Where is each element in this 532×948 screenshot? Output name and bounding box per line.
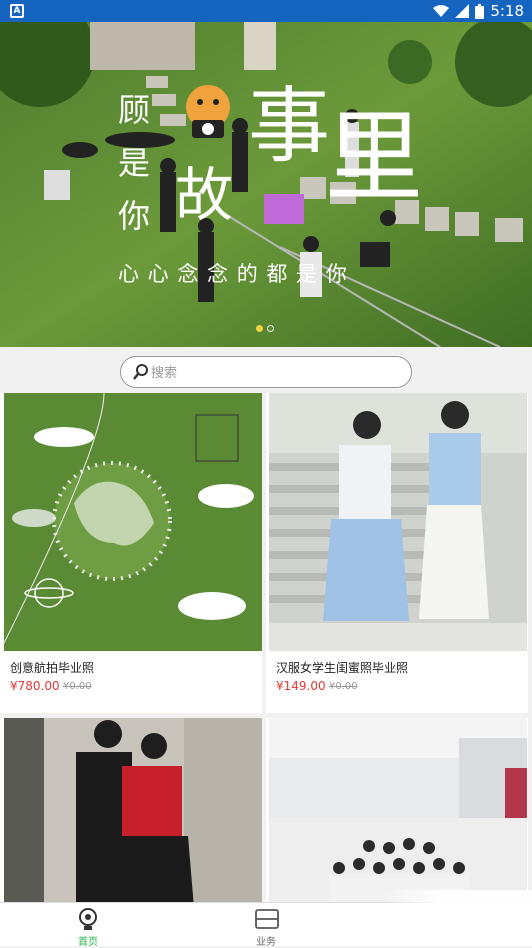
tab-business[interactable]: 业务 [226, 903, 306, 948]
banner-big-char-3: 故 [175, 161, 234, 229]
product-title: 汉服女学生闺蜜照毕业照 [276, 661, 409, 675]
tab-home[interactable]: 首页 [48, 903, 128, 948]
search-box[interactable] [120, 356, 412, 388]
product-price: ¥149.00 [276, 679, 326, 693]
banner-image [0, 22, 532, 347]
product-title: 创意航拍毕业照 [10, 661, 95, 675]
app-notification-icon: A [10, 4, 24, 18]
product-image [269, 718, 527, 908]
product-old-price: ¥0.00 [329, 681, 358, 692]
product-image [4, 393, 262, 651]
product-price: ¥780.00 [10, 679, 60, 693]
banner-carousel[interactable]: 顾 是 你 事 里 故 心 心 念 念 的 都 是 你 [0, 22, 532, 347]
carousel-dot-active[interactable] [256, 325, 263, 332]
home-bulb-icon [79, 908, 97, 930]
banner-col-char-3: 你 [118, 197, 151, 235]
search-icon [133, 364, 148, 380]
watermark-overlay [380, 890, 532, 946]
status-time: 5:18 [490, 2, 524, 20]
status-bar: A 5:18 [0, 0, 532, 22]
signal-icon [455, 4, 470, 18]
search-input[interactable] [151, 362, 391, 384]
battery-icon [475, 3, 485, 19]
banner-col-char-2: 是 [118, 144, 151, 182]
product-old-price: ¥0.00 [63, 681, 92, 692]
product-card[interactable]: 汉服女学生闺蜜照毕业照 ¥149.00 ¥0.00 [266, 393, 528, 713]
product-image [269, 393, 527, 651]
product-card[interactable] [0, 718, 262, 908]
product-image [4, 718, 262, 908]
search-bar-container [0, 347, 532, 393]
banner-big-char-1: 事 [248, 79, 331, 174]
carousel-dot[interactable] [267, 325, 274, 332]
banner-col-char-1: 顾 [118, 91, 151, 129]
banner-big-char-2: 里 [325, 101, 424, 215]
carousel-indicator [256, 325, 274, 332]
wifi-icon [433, 5, 450, 17]
product-card[interactable]: 创意航拍毕业照 ¥780.00 ¥0.00 [0, 393, 262, 713]
business-box-icon [255, 909, 279, 929]
product-card[interactable] [266, 718, 528, 908]
status-icons: 5:18 [433, 2, 524, 20]
banner-subtitle: 心 心 念 念 的 都 是 你 [118, 262, 348, 286]
